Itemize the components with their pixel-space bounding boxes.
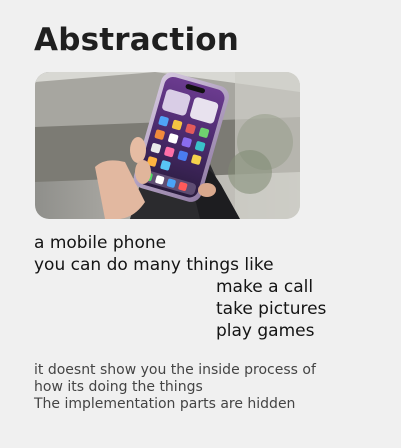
note-line-3: The implementation parts are hidden (34, 396, 296, 412)
text-a-mobile-phone: a mobile phone (34, 233, 167, 253)
text-make-a-call: make a call (216, 277, 314, 297)
text-many-things: you can do many things like (34, 255, 274, 275)
phone-photo-illustration (35, 72, 300, 219)
text-play-games: play games (216, 321, 315, 341)
slide: Abstraction a mobile phone you can do ma… (0, 0, 401, 448)
phone-photo (35, 72, 300, 219)
note-line-2: how its doing the things (34, 379, 203, 395)
slide-title: Abstraction (34, 22, 240, 58)
note-line-1: it doesnt show you the inside process of (34, 362, 316, 378)
text-take-pictures: take pictures (216, 299, 327, 319)
